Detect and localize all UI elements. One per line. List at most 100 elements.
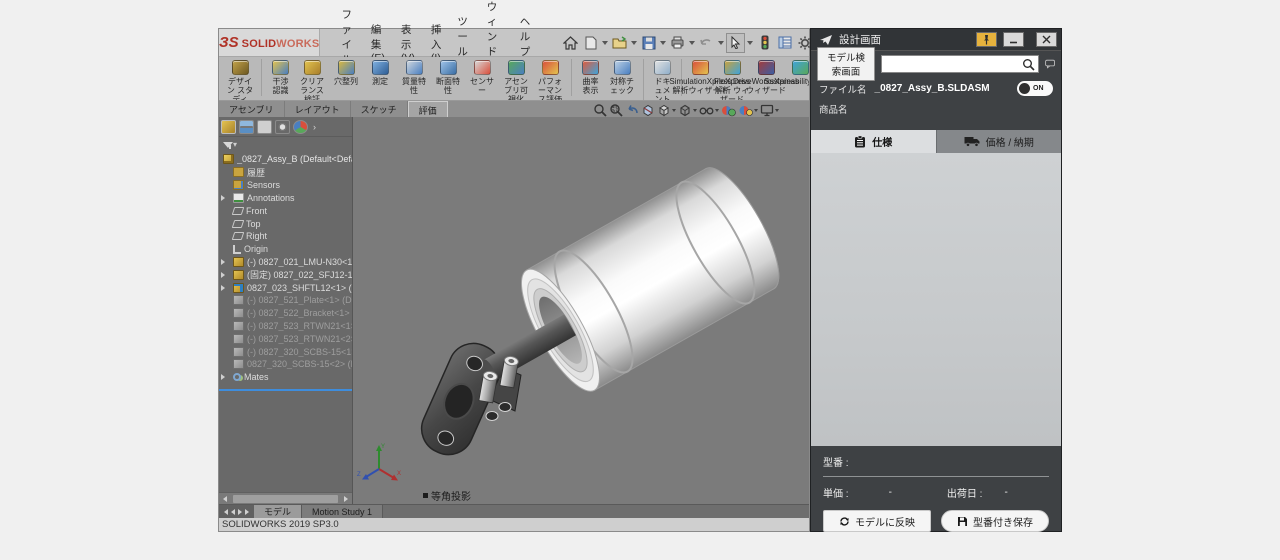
ribbon-button[interactable]: デザイン スタディ (223, 59, 257, 101)
apply-to-model-button[interactable]: モデルに反映 (823, 510, 931, 532)
tree-item[interactable]: Top (219, 217, 352, 230)
ribbon-button[interactable]: SustainabilityXpress (783, 59, 809, 87)
filter-caret-icon[interactable]: ▾ (233, 140, 237, 149)
edit-appearance-icon[interactable] (721, 104, 736, 117)
tree-item[interactable]: Mates (219, 371, 352, 384)
fm-tab-property-manager-icon[interactable] (239, 120, 254, 134)
panel-close-button[interactable] (1036, 32, 1057, 47)
open-icon[interactable] (610, 33, 629, 53)
tree-item[interactable]: Annotations (219, 192, 352, 205)
ribbon-button[interactable]: 穴整列 (329, 59, 363, 87)
zoom-fit-icon[interactable] (593, 103, 607, 117)
view-orientation-icon[interactable] (657, 104, 676, 117)
tab-nav-first-icon[interactable] (224, 509, 228, 515)
tree-item[interactable]: (-) 0827_320_SCBS-15<1> (Default (219, 345, 352, 358)
comment-bubble-icon[interactable] (1045, 57, 1055, 71)
ribbon-button[interactable]: クリアランス検証 (295, 59, 329, 101)
tree-item[interactable]: 履歴 (219, 166, 352, 179)
tree-item[interactable]: (固定) 0827_022_SFJ12-140<1> (D (219, 268, 352, 281)
ribbon-button[interactable]: 質量特性 (397, 59, 431, 96)
properties-list-icon[interactable] (775, 33, 794, 53)
print-caret-icon[interactable] (689, 41, 695, 45)
ribbon-button[interactable]: 干渉認識 (261, 59, 295, 96)
tab-nav-prev-icon[interactable] (231, 509, 235, 515)
tree-item[interactable]: Right (219, 230, 352, 243)
model-search-button[interactable]: モデル検索画面 (817, 47, 875, 81)
view-settings-icon[interactable] (760, 104, 779, 117)
study-tab[interactable]: モデル (254, 505, 302, 518)
scroll-right-icon[interactable] (340, 493, 352, 505)
fm-tabs-overflow-icon[interactable]: › (313, 122, 316, 132)
ribbon-button[interactable]: アセンブリ可視化 (499, 59, 533, 101)
scrollbar-thumb[interactable] (233, 495, 338, 503)
expand-arrow-icon[interactable] (221, 374, 225, 380)
study-tab[interactable]: Motion Study 1 (302, 505, 383, 518)
previous-view-icon[interactable] (625, 104, 639, 116)
tab-nav-last-icon[interactable] (245, 509, 249, 515)
save-icon[interactable] (639, 33, 658, 53)
tree-item[interactable]: 0827_320_SCBS-15<2> (Default) (219, 358, 352, 371)
command-tab[interactable]: アセンブリ (219, 101, 285, 117)
search-icon[interactable] (1022, 58, 1035, 71)
ribbon-button[interactable]: 対称チェック (605, 59, 639, 96)
graphics-viewport[interactable]: Y X Z 等角投影 (353, 117, 809, 504)
apply-scene-icon[interactable] (738, 104, 758, 117)
save-with-model-number-button[interactable]: 型番付き保存 (941, 510, 1049, 532)
section-view-icon[interactable] (641, 104, 655, 117)
view-orientation-caret-icon[interactable] (672, 109, 676, 112)
tree-item[interactable]: (-) 0827_021_LMU-N30<1> (Defau (219, 256, 352, 269)
hide-show-caret-icon[interactable] (715, 109, 719, 112)
hide-show-items-icon[interactable] (699, 104, 719, 116)
tab-specification[interactable]: 仕様 (811, 130, 936, 153)
tab-nav-arrows[interactable] (219, 505, 254, 518)
expand-arrow-icon[interactable] (221, 259, 225, 265)
ribbon-button[interactable]: 測定 (363, 59, 397, 87)
select-caret-icon[interactable] (747, 41, 753, 45)
fm-tab-display-manager-icon[interactable] (293, 120, 308, 134)
ribbon-button[interactable]: パフォーマンス評価 (533, 59, 567, 101)
ribbon-button[interactable]: 断面特性 (431, 59, 465, 96)
filter-funnel-icon[interactable] (223, 142, 233, 148)
fm-tab-configuration-icon[interactable] (257, 120, 272, 134)
new-document-icon[interactable] (581, 33, 600, 53)
tree-root-row[interactable]: _0827_Assy_B (Default<Default_Displa (219, 152, 352, 166)
tab-nav-next-icon[interactable] (238, 509, 242, 515)
tree-item[interactable]: (-) 0827_522_Bracket<1> (Default) (219, 307, 352, 320)
apply-scene-caret-icon[interactable] (754, 109, 758, 112)
ribbon-button[interactable]: 曲率表示 (571, 59, 605, 96)
tree-item[interactable]: (-) 0827_523_RTWN21<2> (Defaul (219, 332, 352, 345)
tab-price-delivery[interactable]: 価格 / 納期 (936, 130, 1062, 153)
save-caret-icon[interactable] (660, 41, 666, 45)
scroll-left-icon[interactable] (219, 493, 231, 505)
tree-item[interactable]: 0827_023_SHFTL12<1> (Default<[ (219, 281, 352, 294)
fm-tab-design-tree-icon[interactable] (221, 120, 236, 134)
rebuild-traffic-light-icon[interactable] (755, 33, 774, 53)
tree-item[interactable]: (-) 0827_521_Plate<1> (Default) (219, 294, 352, 307)
on-toggle[interactable]: ON (1017, 81, 1053, 96)
expand-arrow-icon[interactable] (221, 272, 225, 278)
search-input[interactable] (882, 57, 1022, 71)
open-caret-icon[interactable] (631, 41, 637, 45)
ribbon-button[interactable]: センサー (465, 59, 499, 96)
panel-splitter[interactable] (219, 389, 352, 391)
display-style-caret-icon[interactable] (693, 109, 697, 112)
view-settings-caret-icon[interactable] (775, 109, 779, 112)
new-caret-icon[interactable] (602, 41, 608, 45)
command-tab[interactable]: スケッチ (351, 101, 408, 117)
panel-pin-button[interactable] (976, 32, 997, 47)
tree-item[interactable]: Sensors (219, 179, 352, 192)
zoom-area-icon[interactable] (609, 103, 623, 117)
undo-caret-icon[interactable] (718, 41, 724, 45)
tree-item[interactable]: Front (219, 204, 352, 217)
display-style-icon[interactable] (678, 104, 697, 117)
select-cursor-icon[interactable] (726, 33, 745, 53)
print-icon[interactable] (668, 33, 687, 53)
home-icon[interactable] (561, 33, 580, 53)
expand-arrow-icon[interactable] (221, 195, 225, 201)
tree-horizontal-scrollbar[interactable] (219, 492, 352, 504)
command-tab[interactable]: レイアウト (285, 101, 351, 117)
expand-arrow-icon[interactable] (221, 285, 225, 291)
panel-minimize-button[interactable] (1003, 32, 1024, 47)
fm-tab-dimxpert-icon[interactable] (275, 120, 290, 134)
command-tab[interactable]: 評価 (408, 101, 448, 117)
